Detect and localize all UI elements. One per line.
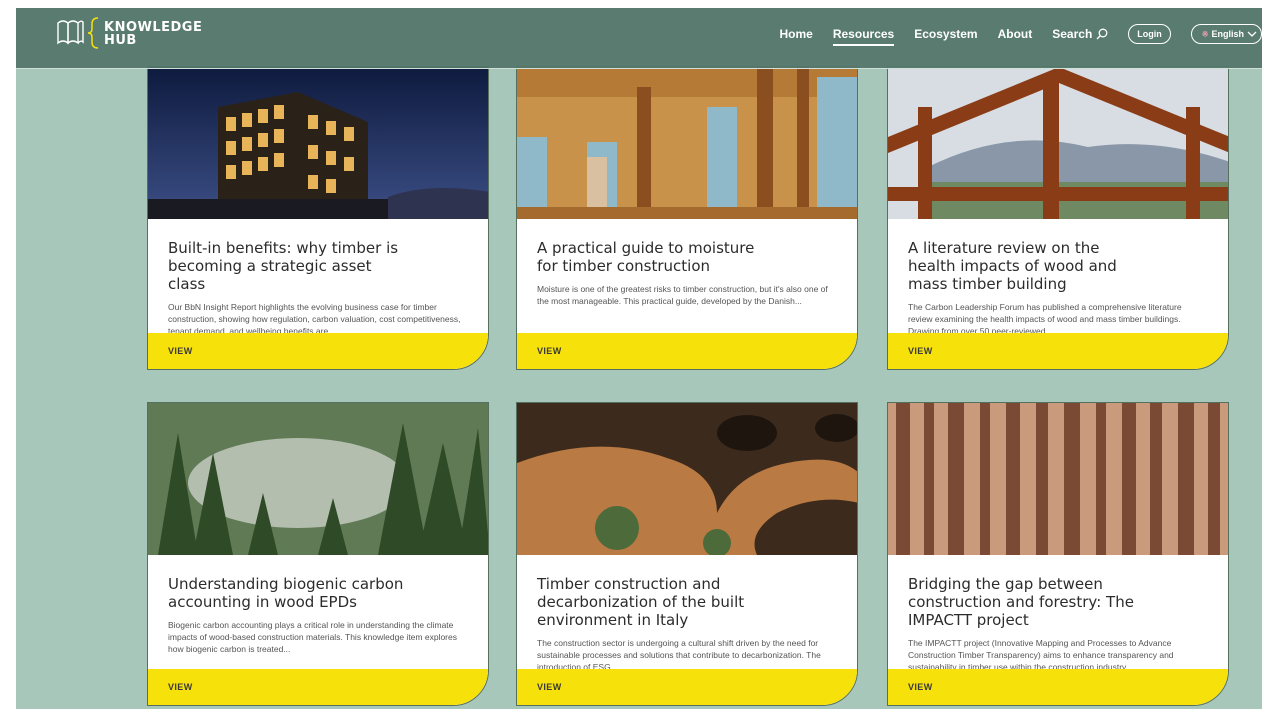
card-title[interactable]: Bridging the gap between construction an… <box>908 575 1148 629</box>
card-body: A literature review on the health impact… <box>888 219 1228 337</box>
brace-logo-icon <box>87 17 99 49</box>
card-description: Moisture is one of the greatest risks to… <box>537 284 828 306</box>
view-button[interactable]: VIEW <box>888 669 1228 705</box>
card-description: The construction sector is undergoing a … <box>537 638 821 672</box>
card-image <box>517 67 857 219</box>
card-image <box>517 403 857 555</box>
resource-card[interactable]: Timber construction and decarbonization … <box>516 402 858 706</box>
card-body: Timber construction and decarbonization … <box>517 555 857 673</box>
resource-card[interactable]: A literature review on the health impact… <box>887 66 1229 370</box>
card-body: Understanding biogenic carbon accounting… <box>148 555 488 655</box>
card-title[interactable]: A literature review on the health impact… <box>908 239 1148 293</box>
misty-forest-image <box>148 403 488 555</box>
card-title[interactable]: Timber construction and decarbonization … <box>537 575 777 629</box>
card-title[interactable]: Understanding biogenic carbon accounting… <box>168 575 408 611</box>
card-body: A practical guide to moisture for timber… <box>517 219 857 307</box>
card-title[interactable]: Built-in benefits: why timber is becomin… <box>168 239 408 293</box>
building-night-image <box>148 67 488 219</box>
view-button[interactable]: VIEW <box>888 333 1228 369</box>
view-button[interactable]: VIEW <box>517 669 857 705</box>
timber-interior-image <box>517 67 857 219</box>
resource-card[interactable]: Bridging the gap between construction an… <box>887 402 1229 706</box>
resource-card[interactable]: Built-in benefits: why timber is becomin… <box>147 66 489 370</box>
top-navbar: KNOWLEDGE HUB Home Resources Ecosystem A… <box>16 8 1262 69</box>
view-button[interactable]: VIEW <box>148 333 488 369</box>
chevron-down-icon <box>1247 31 1257 37</box>
nav-search[interactable]: Search <box>1052 27 1108 41</box>
view-button[interactable]: VIEW <box>517 333 857 369</box>
search-icon <box>1096 28 1108 40</box>
card-description: The Carbon Leadership Forum has publishe… <box>908 302 1182 336</box>
nav-ecosystem[interactable]: Ecosystem <box>914 27 977 41</box>
page: KNOWLEDGE HUB Home Resources Ecosystem A… <box>16 8 1262 709</box>
card-image <box>888 403 1228 555</box>
login-button[interactable]: Login <box>1128 24 1171 44</box>
view-button[interactable]: VIEW <box>148 669 488 705</box>
nav-about[interactable]: About <box>998 27 1033 41</box>
card-image <box>148 403 488 555</box>
card-body: Built-in benefits: why timber is becomin… <box>148 219 488 337</box>
nav-resources[interactable]: Resources <box>832 27 895 46</box>
nav-home[interactable]: Home <box>780 27 813 41</box>
tree-trunks-image <box>888 403 1228 555</box>
flag-icon: ※ <box>1201 29 1209 39</box>
resource-card[interactable]: Understanding biogenic carbon accounting… <box>147 402 489 706</box>
knowledge-hub-logo[interactable]: KNOWLEDGE HUB <box>56 17 206 51</box>
curved-wood-architecture-image <box>517 403 857 555</box>
card-title[interactable]: A practical guide to moisture for timber… <box>537 239 777 275</box>
language-label: English <box>1211 29 1244 39</box>
card-image <box>888 67 1228 219</box>
language-selector[interactable]: ※ English <box>1190 24 1262 44</box>
resource-card[interactable]: A practical guide to moisture for timber… <box>516 66 858 370</box>
card-image <box>148 67 488 219</box>
nav-search-label: Search <box>1052 27 1093 41</box>
map-logo-icon <box>57 20 84 45</box>
main-nav: Home Resources Ecosystem About Search Lo… <box>780 8 1262 60</box>
logo-line-2: HUB <box>104 33 137 48</box>
card-description: Our BbN Insight Report highlights the ev… <box>168 302 461 336</box>
card-description: The IMPACTT project (Innovative Mapping … <box>908 638 1174 672</box>
card-body: Bridging the gap between construction an… <box>888 555 1228 673</box>
card-description: Biogenic carbon accounting plays a criti… <box>168 620 457 654</box>
timber-frame-image <box>888 67 1228 219</box>
logo-text: KNOWLEDGE HUB <box>104 21 202 47</box>
